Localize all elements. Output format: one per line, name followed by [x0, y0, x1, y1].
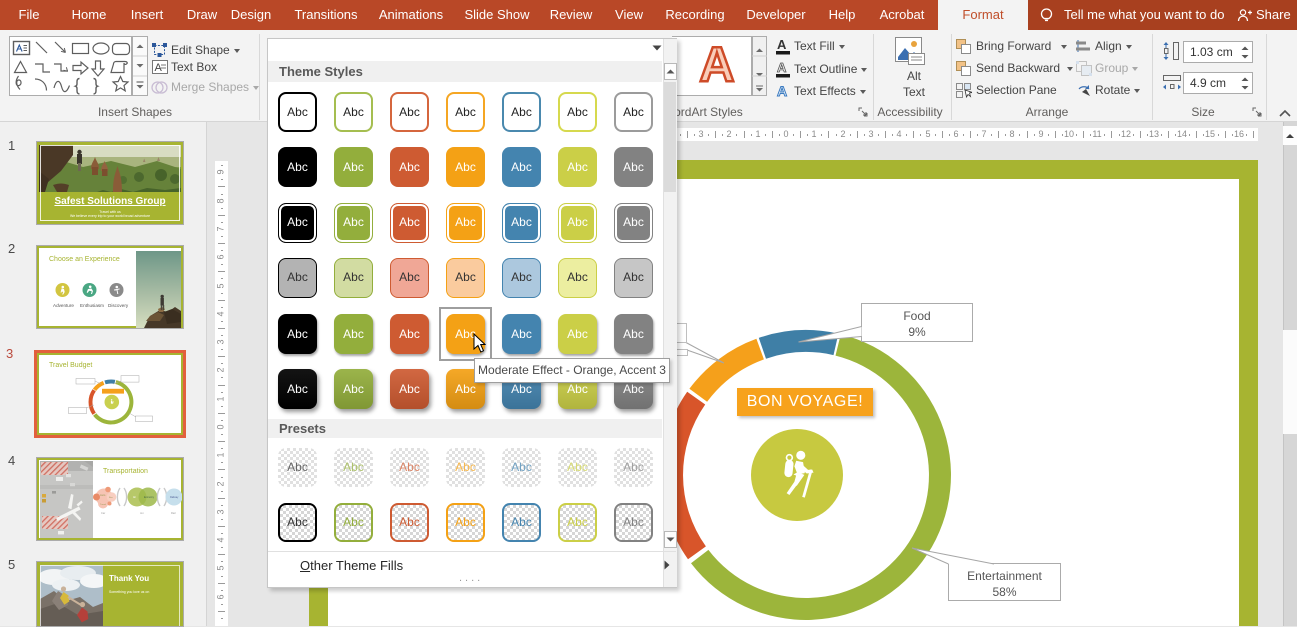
- svg-text:Car: Car: [101, 511, 105, 515]
- svg-text:A: A: [777, 37, 787, 52]
- svg-text:Air: Air: [133, 496, 136, 499]
- svg-text:Travel: Travel: [100, 503, 107, 506]
- svg-text:Auto: Auto: [100, 493, 106, 497]
- svg-text:A: A: [777, 60, 787, 75]
- svg-text:A: A: [777, 83, 787, 99]
- svg-text:Railway: Railway: [170, 496, 179, 499]
- svg-text:Rail: Rail: [171, 511, 176, 515]
- svg-text:Adventure: Adventure: [53, 303, 74, 308]
- svg-text:Economy: Economy: [144, 496, 155, 499]
- svg-text:Enthusiasm: Enthusiasm: [80, 303, 104, 308]
- svg-text:Discovery: Discovery: [108, 303, 129, 308]
- svg-text:Jet: Jet: [140, 511, 144, 515]
